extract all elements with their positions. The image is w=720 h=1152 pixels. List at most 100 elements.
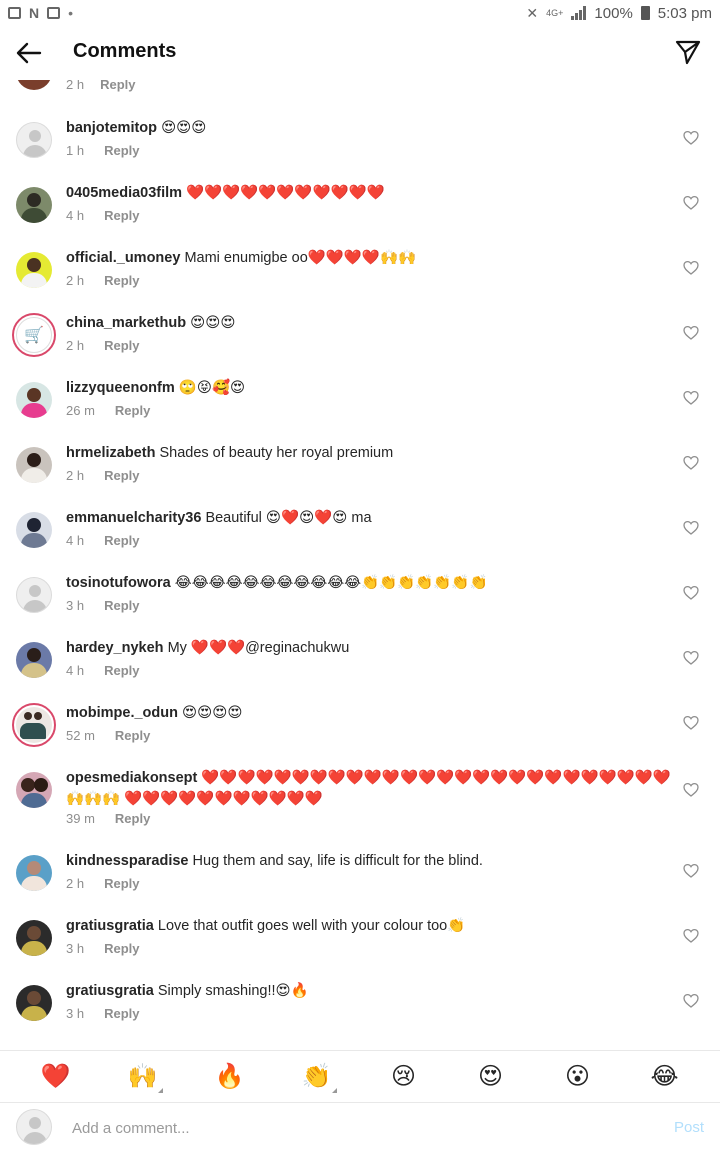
like-heart-icon[interactable] [683, 130, 699, 146]
status-left: N • [8, 5, 73, 21]
comment-username[interactable]: china_markethub [66, 315, 186, 331]
like-heart-icon[interactable] [683, 863, 699, 879]
reply-button[interactable]: Reply [104, 598, 139, 613]
reply-button[interactable]: Reply [115, 403, 150, 418]
reply-button[interactable]: Reply [100, 80, 135, 92]
comment-text: china_markethub 😍😍😍 [66, 313, 666, 334]
avatar[interactable] [12, 703, 56, 747]
comment-meta: 2 h Reply [66, 468, 139, 483]
avatar[interactable] [16, 920, 52, 956]
emoji-raised-hands-button[interactable]: 🙌 [121, 1064, 165, 1093]
comment-time: 39 m [66, 811, 95, 826]
post-button[interactable]: Post [674, 1119, 704, 1136]
like-heart-icon[interactable] [683, 650, 699, 666]
comment-time: 2 h [66, 468, 85, 483]
reply-button[interactable]: Reply [104, 941, 139, 956]
comment-username[interactable]: banjotemitop [66, 120, 157, 136]
emoji-heart-button[interactable]: ❤️ [34, 1064, 78, 1089]
emoji-heart-eyes-button[interactable]: 😍 [469, 1064, 513, 1089]
like-heart-icon[interactable] [683, 520, 699, 536]
comment-username[interactable]: kindnessparadise [66, 853, 189, 869]
avatar[interactable] [16, 122, 52, 158]
reply-button[interactable]: Reply [115, 811, 150, 826]
avatar[interactable] [16, 512, 52, 548]
like-heart-icon[interactable] [683, 928, 699, 944]
reply-button[interactable]: Reply [115, 728, 150, 743]
comment-username[interactable]: hrmelizabeth [66, 445, 155, 461]
send-direct-icon[interactable] [674, 38, 702, 66]
reply-button[interactable]: Reply [104, 338, 139, 353]
like-heart-icon[interactable] [683, 390, 699, 406]
comment-body: Love that outfit goes well with your col… [157, 918, 466, 934]
comment-username[interactable]: 0405media03film [66, 185, 182, 201]
reply-button[interactable]: Reply [104, 143, 139, 158]
emoji-surprised-button[interactable]: 😮 [556, 1064, 600, 1089]
comment-text: hrmelizabeth Shades of beauty her royal … [66, 443, 666, 464]
avatar[interactable] [16, 80, 52, 90]
reply-button[interactable]: Reply [104, 663, 139, 678]
like-heart-icon[interactable] [683, 585, 699, 601]
reply-button[interactable]: Reply [104, 468, 139, 483]
comment-time: 2 h [66, 876, 85, 891]
like-heart-icon[interactable] [683, 260, 699, 276]
avatar[interactable] [16, 642, 52, 678]
like-heart-icon[interactable] [683, 195, 699, 211]
comment-meta: 52 m Reply [66, 728, 150, 743]
like-heart-icon[interactable] [683, 782, 699, 798]
comment-body: 😍😍😍 [190, 315, 236, 331]
comment-username[interactable]: mobimpe._odun [66, 705, 178, 721]
comment-username[interactable]: gratiusgratia [66, 918, 154, 934]
comment-time: 3 h [66, 941, 85, 956]
comment-username[interactable]: hardey_nykeh [66, 640, 164, 656]
reply-button[interactable]: Reply [104, 273, 139, 288]
avatar[interactable] [16, 252, 52, 288]
comment-username[interactable]: lizzyqueenonfm [66, 380, 175, 396]
like-heart-icon[interactable] [683, 715, 699, 731]
reply-button[interactable]: Reply [104, 208, 139, 223]
emoji-crying-button[interactable]: 😢 [382, 1064, 426, 1089]
emoji-clap-button[interactable]: 👏 [295, 1064, 339, 1093]
comment-time: 3 h [66, 598, 85, 613]
comment-input[interactable] [72, 1115, 632, 1141]
comment-meta: 4 h Reply [66, 208, 139, 223]
avatar[interactable] [16, 382, 52, 418]
emoji-laughing-button[interactable]: 😂 [643, 1064, 687, 1089]
avatar[interactable] [16, 985, 52, 1021]
comment-username[interactable]: opesmediakonsept [66, 770, 197, 786]
comment-text: banjotemitop 😍😍😍 [66, 118, 666, 139]
avatar[interactable] [16, 772, 52, 808]
avatar[interactable]: 🛒 [12, 313, 56, 357]
reply-button[interactable]: Reply [104, 1006, 139, 1021]
comment-text: mobimpe._odun 😍😍😍😍 [66, 703, 666, 724]
mute-icon: ✕ [526, 4, 539, 21]
gallery-icon [8, 7, 21, 19]
comments-list[interactable]: 2 h Reply banjotemitop 😍😍😍 1 h Reply 0405m… [0, 80, 720, 1050]
page-title: Comments [73, 40, 177, 62]
emoji-fire-button[interactable]: 🔥 [208, 1064, 252, 1089]
comment-username[interactable]: gratiusgratia [66, 983, 154, 999]
reply-button[interactable]: Reply [104, 533, 139, 548]
comment-meta: 4 h Reply [66, 533, 139, 548]
avatar[interactable] [16, 577, 52, 613]
comment-body: Beautiful 😍❤️😍❤️😍 ma [205, 510, 372, 526]
avatar[interactable] [16, 855, 52, 891]
avatar[interactable] [16, 447, 52, 483]
comment-body: 😍😍😍 [161, 120, 207, 136]
comment-body: 😍😍😍😍 [182, 705, 243, 721]
reply-button[interactable]: Reply [104, 876, 139, 891]
comment-username[interactable]: official._umoney [66, 250, 180, 266]
comment-body: My ❤️❤️❤️@reginachukwu [167, 640, 350, 656]
comment-username[interactable]: tosinotufowora [66, 575, 171, 591]
network-label: 4G+ [546, 8, 564, 18]
comment-meta: 2 h Reply [66, 876, 139, 891]
comment-text: lizzyqueenonfm 🙄😝🥰😍 [66, 378, 666, 399]
avatar[interactable] [16, 187, 52, 223]
back-arrow-icon[interactable] [14, 38, 44, 68]
header: Comments [0, 26, 720, 80]
like-heart-icon[interactable] [683, 325, 699, 341]
like-heart-icon[interactable] [683, 993, 699, 1009]
alert-icon [47, 7, 61, 19]
like-heart-icon[interactable] [683, 455, 699, 471]
comment-time: 2 h [66, 273, 85, 288]
comment-username[interactable]: emmanuelcharity36 [66, 510, 201, 526]
